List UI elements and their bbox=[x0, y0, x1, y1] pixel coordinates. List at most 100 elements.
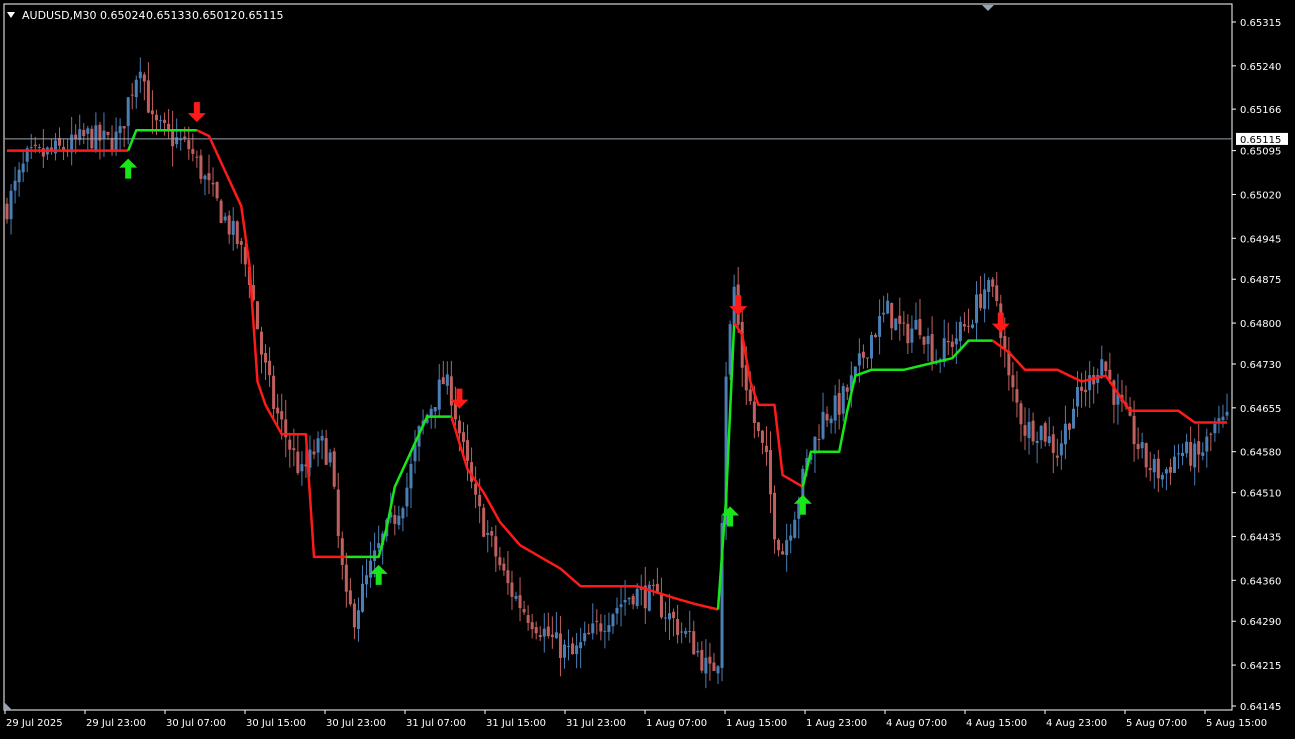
candle-body bbox=[857, 353, 861, 366]
x-tick-label: 4 Aug 07:00 bbox=[886, 718, 947, 729]
candle-body bbox=[510, 582, 514, 597]
candle-body bbox=[817, 439, 821, 441]
candle-body bbox=[1071, 408, 1075, 429]
x-tick-label: 31 Jul 15:00 bbox=[486, 718, 546, 729]
candle-body bbox=[126, 97, 130, 127]
candle-body bbox=[979, 293, 983, 309]
candle-body bbox=[122, 126, 126, 129]
candle-body bbox=[1011, 375, 1015, 388]
candle-body bbox=[651, 584, 655, 586]
candle-body bbox=[1051, 434, 1055, 453]
y-tick-label: 0.64730 bbox=[1240, 360, 1281, 371]
candle-body bbox=[1080, 386, 1084, 391]
candle-body bbox=[777, 539, 781, 551]
x-tick-label: 1 Aug 23:00 bbox=[806, 718, 867, 729]
candle-body bbox=[595, 620, 599, 622]
candle-body bbox=[975, 294, 979, 324]
candle-body bbox=[1027, 421, 1031, 439]
candle-body bbox=[37, 147, 41, 149]
y-tick-label: 0.64510 bbox=[1240, 489, 1281, 500]
x-tick-label: 5 Aug 07:00 bbox=[1126, 718, 1187, 729]
candle-body bbox=[1197, 441, 1201, 455]
chart-window[interactable]: 0.65315 0.65240 0.65166 0.65095 0.65020 0.649… bbox=[0, 0, 1295, 739]
candle-body bbox=[668, 613, 672, 620]
candle-body bbox=[1221, 416, 1225, 421]
y-tick-label: 0.65166 bbox=[1240, 105, 1281, 116]
candle-body bbox=[918, 319, 922, 336]
candle-body bbox=[542, 628, 546, 637]
y-tick-label: 0.64875 bbox=[1240, 275, 1281, 286]
candle-body bbox=[878, 315, 882, 337]
candle-body bbox=[631, 596, 635, 605]
candle-body bbox=[680, 631, 684, 633]
y-tick-label: 0.65315 bbox=[1240, 18, 1281, 29]
candle-body bbox=[962, 324, 966, 327]
candle-body bbox=[1168, 466, 1172, 473]
candle-body bbox=[841, 386, 845, 414]
candle-body bbox=[461, 432, 465, 442]
candle-body bbox=[526, 615, 530, 624]
candle-body bbox=[1132, 415, 1136, 445]
y-tick-label: 0.65240 bbox=[1240, 62, 1281, 73]
candle-body bbox=[17, 169, 21, 183]
candle-body bbox=[1177, 453, 1181, 455]
candle-body bbox=[1156, 458, 1160, 479]
y-tick-label: 0.64215 bbox=[1240, 661, 1281, 672]
candle-body bbox=[300, 464, 304, 472]
candle-body bbox=[466, 440, 470, 461]
candle-body bbox=[692, 631, 696, 655]
candle-body bbox=[882, 312, 886, 315]
candle-body bbox=[1088, 375, 1092, 391]
candle-body bbox=[781, 551, 785, 555]
candle-body bbox=[9, 190, 13, 220]
candle-body bbox=[276, 407, 280, 414]
candle-body bbox=[894, 318, 898, 330]
candle-body bbox=[970, 324, 974, 328]
candle-body bbox=[175, 137, 179, 145]
candle-body bbox=[102, 130, 106, 139]
candle-body bbox=[203, 175, 207, 180]
x-tick-label: 30 Jul 23:00 bbox=[326, 718, 386, 729]
candle-body bbox=[110, 137, 114, 152]
candle-body bbox=[987, 280, 991, 293]
candle-body bbox=[1136, 443, 1140, 450]
candle-body bbox=[154, 114, 158, 121]
price-chart[interactable]: 0.65315 0.65240 0.65166 0.65095 0.65020 0.649… bbox=[0, 0, 1295, 739]
candle-body bbox=[429, 408, 433, 416]
candle-body bbox=[712, 662, 716, 671]
candle-body bbox=[1152, 459, 1156, 473]
candle-body bbox=[29, 147, 33, 149]
candle-body bbox=[1015, 389, 1019, 403]
candle-body bbox=[966, 325, 970, 327]
candle-body bbox=[352, 603, 356, 628]
x-tick-label: 5 Aug 15:00 bbox=[1206, 718, 1267, 729]
candle-body bbox=[696, 650, 700, 653]
candle-body bbox=[114, 131, 118, 152]
y-tick-label: 0.64800 bbox=[1240, 319, 1281, 330]
current-price-label: 0.65115 bbox=[1240, 135, 1281, 146]
candle-body bbox=[5, 203, 9, 220]
candle-body bbox=[558, 633, 562, 658]
candle-body bbox=[627, 598, 631, 600]
candle-body bbox=[227, 215, 231, 235]
candle-body bbox=[659, 593, 663, 618]
candle-body bbox=[1172, 456, 1176, 473]
candle-body bbox=[369, 560, 373, 578]
candle-body bbox=[1205, 436, 1209, 452]
candle-body bbox=[187, 140, 191, 150]
candle-body bbox=[1031, 420, 1035, 442]
candle-body bbox=[591, 623, 595, 634]
candle-body bbox=[340, 538, 344, 565]
candle-body bbox=[623, 600, 627, 603]
candle-body bbox=[748, 389, 752, 402]
candle-body bbox=[518, 595, 522, 609]
candle-body bbox=[344, 564, 348, 592]
candle-body bbox=[490, 531, 494, 536]
candle-body bbox=[502, 563, 506, 571]
candle-body bbox=[320, 435, 324, 441]
candle-body bbox=[756, 422, 760, 432]
candle-body bbox=[1104, 361, 1108, 371]
open-value: 0.65024 bbox=[100, 9, 146, 22]
candle-body bbox=[1189, 442, 1193, 466]
candle-body bbox=[199, 155, 203, 179]
